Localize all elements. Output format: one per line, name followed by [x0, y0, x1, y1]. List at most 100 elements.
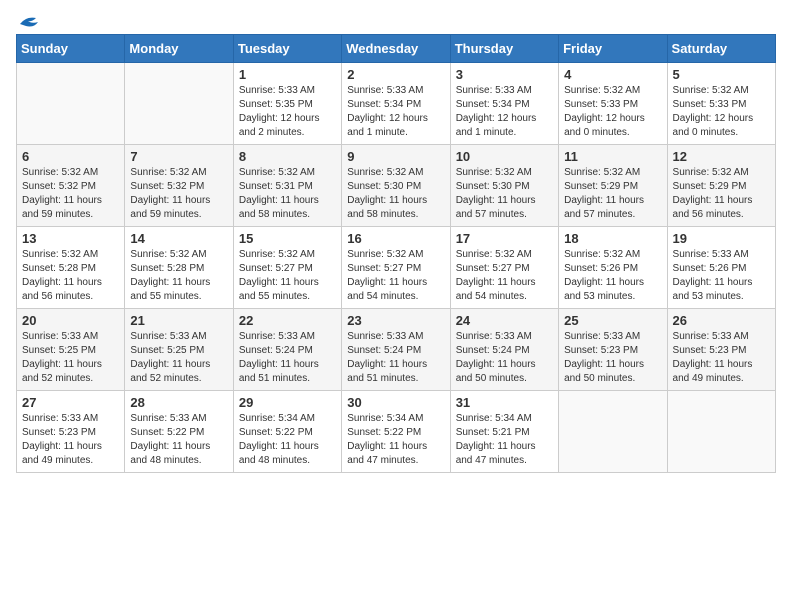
calendar-cell: 6Sunrise: 5:32 AMSunset: 5:32 PMDaylight…: [17, 145, 125, 227]
calendar-week-1: 1Sunrise: 5:33 AMSunset: 5:35 PMDaylight…: [17, 63, 776, 145]
column-header-friday: Friday: [559, 35, 667, 63]
calendar-week-4: 20 Sunrise: 5:33 AMSunset: 5:25 PMDayligh…: [17, 309, 776, 391]
calendar-cell: 5 Sunrise: 5:32 AMSunset: 5:33 PMDaylight…: [667, 63, 775, 145]
day-number: 22: [239, 313, 336, 328]
calendar-cell: 2 Sunrise: 5:33 AMSunset: 5:34 PMDaylight…: [342, 63, 450, 145]
calendar-cell: 23 Sunrise: 5:33 AMSunset: 5:24 PMDayligh…: [342, 309, 450, 391]
day-info: Sunrise: 5:33 AMSunset: 5:26 PMDaylight:…: [673, 248, 770, 304]
day-info: Sunrise: 5:33 AMSunset: 5:34 PMDaylight:…: [347, 84, 444, 140]
day-number: 5: [673, 67, 770, 82]
logo-bird-icon: [18, 14, 40, 30]
calendar-cell: 21 Sunrise: 5:33 AMSunset: 5:25 PMDayligh…: [125, 309, 233, 391]
day-number: 9: [347, 149, 444, 164]
day-number: 28: [130, 395, 227, 410]
day-info: Sunrise: 5:32 AMSunset: 5:31 PMDaylight:…: [239, 166, 336, 222]
calendar-cell: 10 Sunrise: 5:32 AMSunset: 5:30 PMDayligh…: [450, 145, 558, 227]
calendar-cell: 25 Sunrise: 5:33 AMSunset: 5:23 PMDayligh…: [559, 309, 667, 391]
column-header-monday: Monday: [125, 35, 233, 63]
day-info: Sunrise: 5:33 AMSunset: 5:24 PMDaylight:…: [239, 330, 336, 386]
calendar-cell: 1Sunrise: 5:33 AMSunset: 5:35 PMDaylight…: [233, 63, 341, 145]
day-number: 8: [239, 149, 336, 164]
day-number: 30: [347, 395, 444, 410]
day-info: Sunrise: 5:32 AMSunset: 5:30 PMDaylight:…: [456, 166, 553, 222]
calendar-cell: 18 Sunrise: 5:32 AMSunset: 5:26 PMDayligh…: [559, 227, 667, 309]
calendar-cell: 22 Sunrise: 5:33 AMSunset: 5:24 PMDayligh…: [233, 309, 341, 391]
calendar-cell: 28 Sunrise: 5:33 AMSunset: 5:22 PMDayligh…: [125, 391, 233, 473]
day-number: 2: [347, 67, 444, 82]
day-info: Sunrise: 5:32 AMSunset: 5:28 PMDaylight:…: [22, 248, 119, 304]
day-number: 29: [239, 395, 336, 410]
calendar-cell: 9 Sunrise: 5:32 AMSunset: 5:30 PMDaylight…: [342, 145, 450, 227]
page-header: [16, 16, 776, 26]
day-number: 16: [347, 231, 444, 246]
calendar-cell: 27Sunrise: 5:33 AMSunset: 5:23 PMDayligh…: [17, 391, 125, 473]
day-info: Sunrise: 5:34 AMSunset: 5:21 PMDaylight:…: [456, 412, 553, 468]
day-info: Sunrise: 5:32 AMSunset: 5:33 PMDaylight:…: [673, 84, 770, 140]
calendar-cell: 14 Sunrise: 5:32 AMSunset: 5:28 PMDayligh…: [125, 227, 233, 309]
calendar-cell: [667, 391, 775, 473]
day-info: Sunrise: 5:32 AMSunset: 5:27 PMDaylight:…: [239, 248, 336, 304]
column-header-thursday: Thursday: [450, 35, 558, 63]
logo: [16, 16, 40, 26]
day-info: Sunrise: 5:33 AMSunset: 5:25 PMDaylight:…: [22, 330, 119, 386]
calendar-cell: 12Sunrise: 5:32 AMSunset: 5:29 PMDayligh…: [667, 145, 775, 227]
calendar-table: SundayMondayTuesdayWednesdayThursdayFrid…: [16, 34, 776, 473]
calendar-header-row: SundayMondayTuesdayWednesdayThursdayFrid…: [17, 35, 776, 63]
calendar-cell: 8 Sunrise: 5:32 AMSunset: 5:31 PMDaylight…: [233, 145, 341, 227]
day-number: 13: [22, 231, 119, 246]
calendar-cell: [17, 63, 125, 145]
day-info: Sunrise: 5:33 AMSunset: 5:22 PMDaylight:…: [130, 412, 227, 468]
day-info: Sunrise: 5:32 AMSunset: 5:27 PMDaylight:…: [347, 248, 444, 304]
calendar-cell: 3Sunrise: 5:33 AMSunset: 5:34 PMDaylight…: [450, 63, 558, 145]
day-number: 25: [564, 313, 661, 328]
day-number: 12: [673, 149, 770, 164]
day-number: 31: [456, 395, 553, 410]
day-info: Sunrise: 5:34 AMSunset: 5:22 PMDaylight:…: [347, 412, 444, 468]
day-number: 14: [130, 231, 227, 246]
day-number: 7: [130, 149, 227, 164]
day-info: Sunrise: 5:33 AMSunset: 5:23 PMDaylight:…: [673, 330, 770, 386]
calendar-cell: 31 Sunrise: 5:34 AMSunset: 5:21 PMDayligh…: [450, 391, 558, 473]
calendar-cell: 15 Sunrise: 5:32 AMSunset: 5:27 PMDayligh…: [233, 227, 341, 309]
calendar-week-5: 27Sunrise: 5:33 AMSunset: 5:23 PMDayligh…: [17, 391, 776, 473]
calendar-cell: 4Sunrise: 5:32 AMSunset: 5:33 PMDaylight…: [559, 63, 667, 145]
day-number: 20: [22, 313, 119, 328]
day-info: Sunrise: 5:33 AMSunset: 5:25 PMDaylight:…: [130, 330, 227, 386]
day-number: 24: [456, 313, 553, 328]
day-number: 1: [239, 67, 336, 82]
day-number: 11: [564, 149, 661, 164]
calendar-cell: 29 Sunrise: 5:34 AMSunset: 5:22 PMDayligh…: [233, 391, 341, 473]
day-number: 10: [456, 149, 553, 164]
day-info: Sunrise: 5:32 AMSunset: 5:32 PMDaylight:…: [130, 166, 227, 222]
day-number: 26: [673, 313, 770, 328]
day-info: Sunrise: 5:33 AMSunset: 5:24 PMDaylight:…: [347, 330, 444, 386]
day-info: Sunrise: 5:32 AMSunset: 5:33 PMDaylight:…: [564, 84, 661, 140]
day-number: 6: [22, 149, 119, 164]
day-info: Sunrise: 5:34 AMSunset: 5:22 PMDaylight:…: [239, 412, 336, 468]
calendar-cell: 20 Sunrise: 5:33 AMSunset: 5:25 PMDayligh…: [17, 309, 125, 391]
column-header-tuesday: Tuesday: [233, 35, 341, 63]
day-number: 19: [673, 231, 770, 246]
day-info: Sunrise: 5:32 AMSunset: 5:30 PMDaylight:…: [347, 166, 444, 222]
day-info: Sunrise: 5:33 AMSunset: 5:23 PMDaylight:…: [564, 330, 661, 386]
day-number: 3: [456, 67, 553, 82]
calendar-cell: [125, 63, 233, 145]
calendar-week-2: 6 Sunrise: 5:32 AMSunset: 5:32 PMDaylight…: [17, 145, 776, 227]
column-header-sunday: Sunday: [17, 35, 125, 63]
day-number: 23: [347, 313, 444, 328]
day-number: 27: [22, 395, 119, 410]
day-info: Sunrise: 5:32 AMSunset: 5:26 PMDaylight:…: [564, 248, 661, 304]
column-header-saturday: Saturday: [667, 35, 775, 63]
calendar-cell: 11 Sunrise: 5:32 AMSunset: 5:29 PMDayligh…: [559, 145, 667, 227]
calendar-cell: 26 Sunrise: 5:33 AMSunset: 5:23 PMDayligh…: [667, 309, 775, 391]
calendar-cell: 30 Sunrise: 5:34 AMSunset: 5:22 PMDayligh…: [342, 391, 450, 473]
day-number: 21: [130, 313, 227, 328]
day-number: 15: [239, 231, 336, 246]
day-info: Sunrise: 5:32 AMSunset: 5:28 PMDaylight:…: [130, 248, 227, 304]
calendar-cell: 24Sunrise: 5:33 AMSunset: 5:24 PMDayligh…: [450, 309, 558, 391]
day-info: Sunrise: 5:32 AMSunset: 5:29 PMDaylight:…: [564, 166, 661, 222]
calendar-cell: 16 Sunrise: 5:32 AMSunset: 5:27 PMDayligh…: [342, 227, 450, 309]
calendar-cell: 19 Sunrise: 5:33 AMSunset: 5:26 PMDayligh…: [667, 227, 775, 309]
column-header-wednesday: Wednesday: [342, 35, 450, 63]
day-number: 18: [564, 231, 661, 246]
